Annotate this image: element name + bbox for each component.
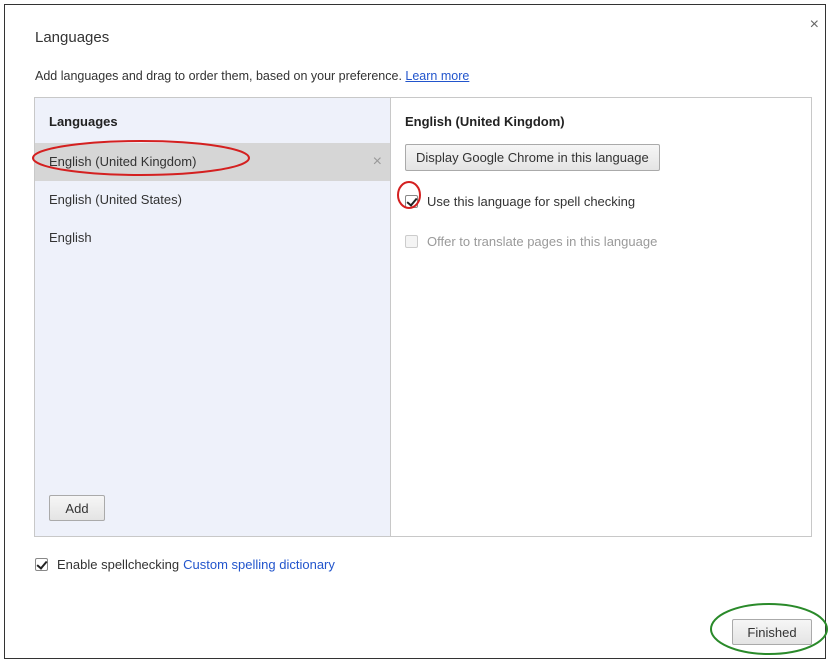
languages-list-panel: Languages English (United Kingdom) × Eng… xyxy=(35,98,391,536)
add-language-button[interactable]: Add xyxy=(49,495,105,521)
translate-checkbox xyxy=(405,234,418,248)
close-icon[interactable]: × xyxy=(810,17,819,33)
language-item-label: English (United Kingdom) xyxy=(49,154,197,169)
languages-dialog: Languages × Add languages and drag to or… xyxy=(4,4,826,659)
display-chrome-in-language-button[interactable]: Display Google Chrome in this language xyxy=(405,144,660,171)
selected-language-header: English (United Kingdom) xyxy=(405,114,565,129)
finished-button[interactable]: Finished xyxy=(732,619,812,645)
learn-more-link[interactable]: Learn more xyxy=(405,69,469,83)
languages-lists-container: Languages English (United Kingdom) × Eng… xyxy=(34,97,812,537)
translate-option-label: Offer to translate pages in this languag… xyxy=(427,233,658,249)
translate-option-row: Offer to translate pages in this languag… xyxy=(405,231,657,251)
languages-list-header: Languages xyxy=(49,114,118,129)
language-item-english[interactable]: English xyxy=(35,219,390,257)
spellcheck-option-label: Use this language for spell checking xyxy=(427,193,636,209)
languages-list: English (United Kingdom) × English (Unit… xyxy=(35,143,390,257)
dialog-title: Languages xyxy=(35,29,110,46)
spellcheck-checkbox[interactable] xyxy=(405,194,418,208)
dialog-description: Add languages and drag to order them, ba… xyxy=(35,69,469,83)
enable-spellcheck-row: Enable spellchecking Custom spelling dic… xyxy=(35,557,335,572)
enable-spellcheck-checkbox[interactable] xyxy=(35,558,48,571)
enable-spellcheck-label: Enable spellchecking xyxy=(57,557,180,572)
language-item-label: English xyxy=(49,230,92,245)
spellcheck-option-row[interactable]: Use this language for spell checking xyxy=(405,191,635,211)
description-text: Add languages and drag to order them, ba… xyxy=(35,69,402,83)
language-item-english-uk[interactable]: English (United Kingdom) × xyxy=(35,143,390,181)
remove-icon[interactable]: × xyxy=(373,143,382,181)
custom-dictionary-link[interactable]: Custom spelling dictionary xyxy=(183,557,335,572)
language-item-label: English (United States) xyxy=(49,192,182,207)
language-item-english-us[interactable]: English (United States) xyxy=(35,181,390,219)
language-details-panel: English (United Kingdom) Display Google … xyxy=(391,98,811,536)
